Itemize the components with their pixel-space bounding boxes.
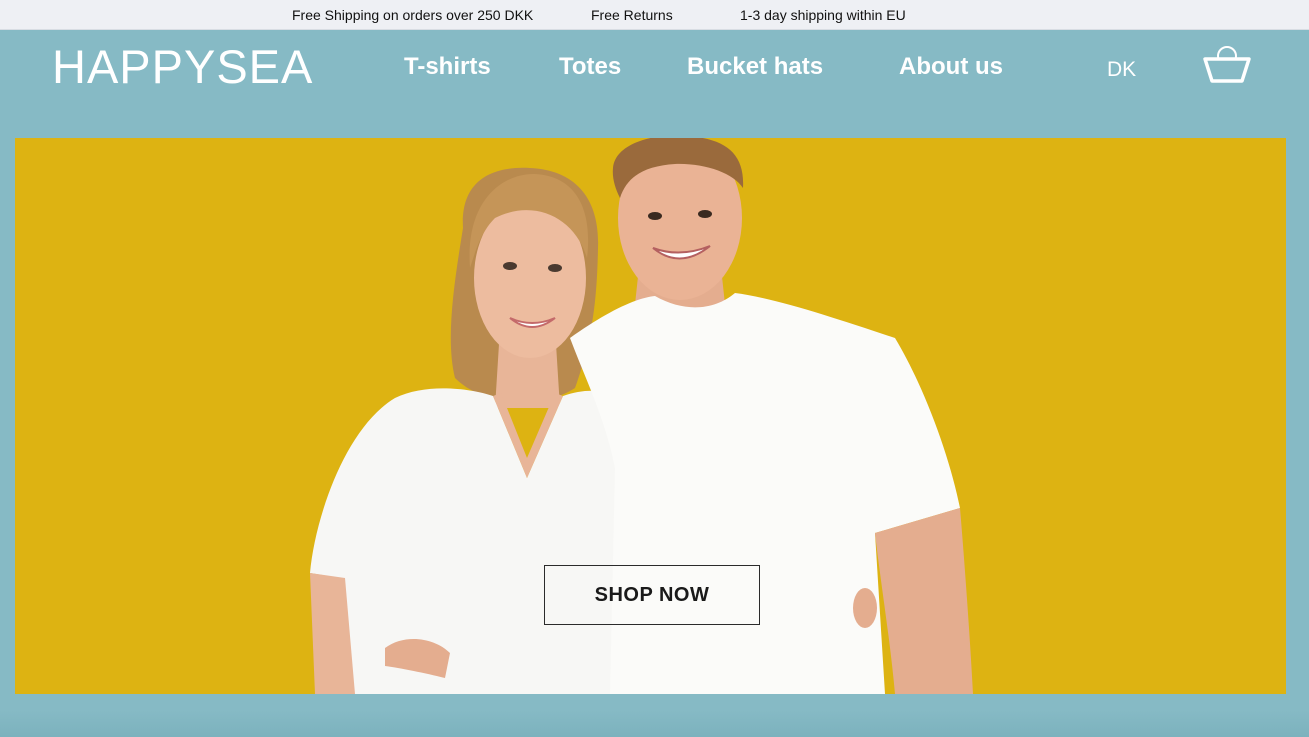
language-selector[interactable]: DK — [1107, 57, 1136, 83]
shop-now-button[interactable]: SHOP NOW — [544, 565, 760, 625]
nav-item-about-us[interactable]: About us — [899, 52, 1003, 82]
announcement-shipping-time: 1-3 day shipping within EU — [740, 7, 906, 23]
announcement-free-shipping: Free Shipping on orders over 250 DKK — [292, 7, 534, 23]
section-divider — [0, 710, 1309, 737]
cart-button[interactable] — [1202, 45, 1252, 87]
nav-item-tshirts[interactable]: T-shirts — [404, 52, 491, 82]
basket-icon — [1203, 46, 1251, 83]
nav-item-bucket-hats[interactable]: Bucket hats — [687, 52, 823, 82]
nav-item-totes[interactable]: Totes — [559, 52, 621, 82]
site-logo[interactable]: HAPPYSEA — [52, 40, 313, 94]
hero-banner: SHOP NOW — [15, 138, 1286, 694]
announcement-free-returns: Free Returns — [591, 7, 673, 23]
announcement-bar: Free Shipping on orders over 250 DKK Fre… — [0, 0, 1309, 30]
